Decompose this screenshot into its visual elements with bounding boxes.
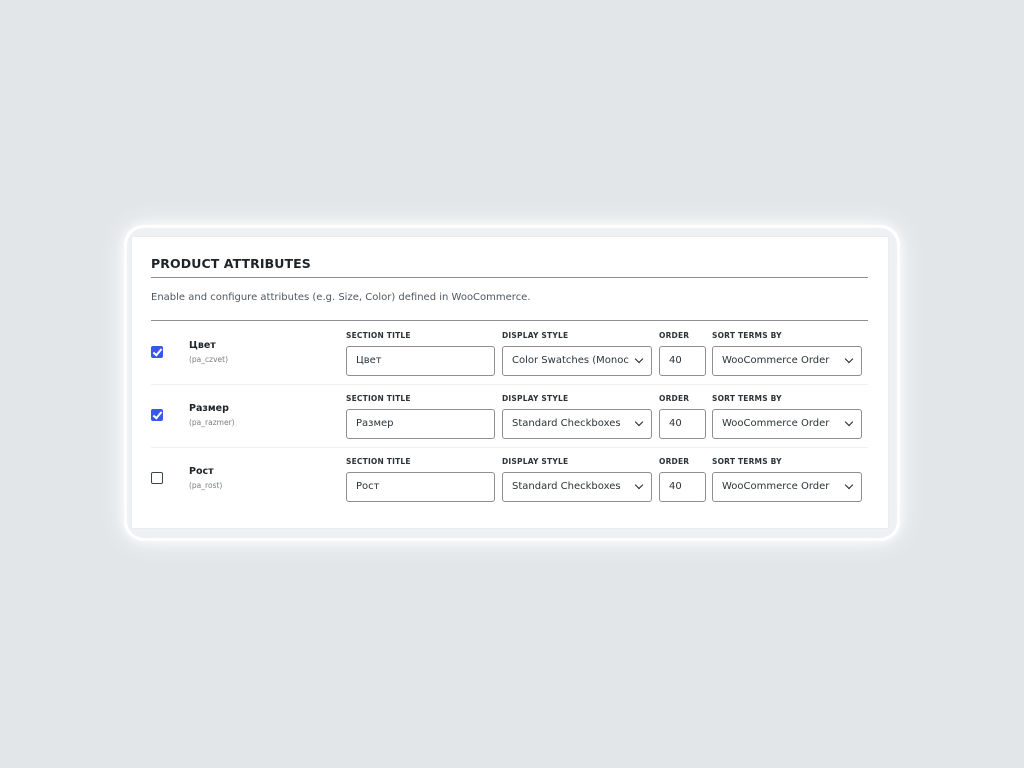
chevron-down-icon	[634, 480, 644, 490]
attribute-slug: (pa_czvet)	[189, 355, 229, 364]
section-title-input[interactable]: Размер	[346, 409, 495, 439]
section-title-input[interactable]: Рост	[346, 472, 495, 502]
chevron-down-icon	[844, 480, 854, 490]
attribute-name: Рост	[189, 466, 214, 477]
attribute-slug: (pa_rost)	[189, 481, 223, 490]
section-title-label: SECTION TITLE	[346, 331, 411, 340]
display-style-select[interactable]: Standard Checkboxes	[502, 472, 652, 502]
attribute-name: Цвет	[189, 340, 216, 351]
attribute-row: Рост (pa_rost) SECTION TITLE Рост DISPLA…	[151, 447, 868, 510]
heading-divider	[151, 277, 868, 278]
attribute-name: Размер	[189, 403, 229, 414]
sort-terms-select[interactable]: WooCommerce Order	[712, 409, 862, 439]
sort-terms-label: SORT TERMS BY	[712, 331, 782, 340]
enable-checkbox[interactable]	[151, 346, 163, 358]
chevron-down-icon	[634, 354, 644, 364]
sort-terms-select[interactable]: WooCommerce Order	[712, 346, 862, 376]
section-description: Enable and configure attributes (e.g. Si…	[151, 292, 531, 303]
section-title-label: SECTION TITLE	[346, 394, 411, 403]
sort-terms-select[interactable]: WooCommerce Order	[712, 472, 862, 502]
display-style-label: DISPLAY STYLE	[502, 394, 569, 403]
checkmark-icon	[152, 409, 163, 420]
sort-terms-label: SORT TERMS BY	[712, 457, 782, 466]
order-input[interactable]: 40	[659, 409, 706, 439]
order-label: ORDER	[659, 457, 690, 466]
product-attributes-card: PRODUCT ATTRIBUTES Enable and configure …	[132, 237, 888, 528]
section-title-label: SECTION TITLE	[346, 457, 411, 466]
enable-checkbox[interactable]	[151, 409, 163, 421]
chevron-down-icon	[634, 417, 644, 427]
order-input[interactable]: 40	[659, 346, 706, 376]
chevron-down-icon	[844, 417, 854, 427]
attribute-row: Размер (pa_razmer) SECTION TITLE Размер …	[151, 384, 868, 448]
section-title-input[interactable]: Цвет	[346, 346, 495, 376]
attribute-slug: (pa_razmer)	[189, 418, 235, 427]
checkmark-icon	[152, 346, 163, 357]
display-style-select[interactable]: Standard Checkboxes	[502, 409, 652, 439]
enable-checkbox[interactable]	[151, 472, 163, 484]
display-style-label: DISPLAY STYLE	[502, 331, 569, 340]
chevron-down-icon	[844, 354, 854, 364]
order-label: ORDER	[659, 394, 690, 403]
order-label: ORDER	[659, 331, 690, 340]
sort-terms-label: SORT TERMS BY	[712, 394, 782, 403]
display-style-select[interactable]: Color Swatches (Monochrome)	[502, 346, 652, 376]
attribute-row: Цвет (pa_czvet) SECTION TITLE Цвет DISPL…	[151, 321, 868, 385]
section-heading: PRODUCT ATTRIBUTES	[151, 256, 311, 271]
order-input[interactable]: 40	[659, 472, 706, 502]
display-style-label: DISPLAY STYLE	[502, 457, 569, 466]
